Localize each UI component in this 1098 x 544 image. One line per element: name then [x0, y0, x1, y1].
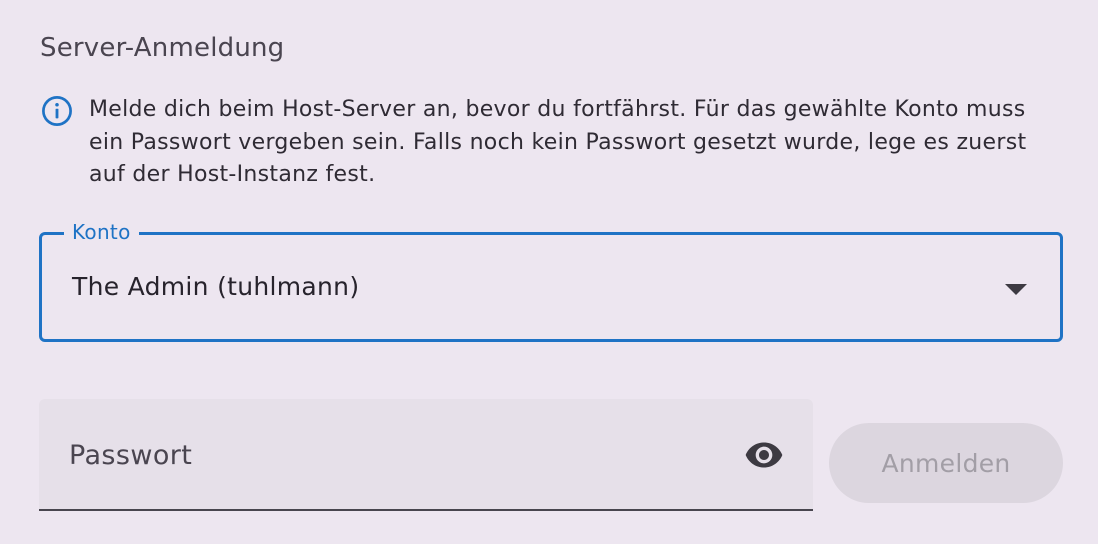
dropdown-arrow-icon[interactable]: [1005, 284, 1027, 295]
eye-icon[interactable]: [741, 435, 787, 475]
info-text: Melde dich beim Host-Server an, bevor du…: [89, 97, 1027, 187]
account-select-value: The Admin (tuhlmann): [72, 272, 360, 301]
server-login-panel: Server-Anmeldung Melde dich beim Host-Se…: [0, 0, 1098, 544]
section-title: Server-Anmeldung: [40, 33, 285, 63]
password-input[interactable]: [69, 435, 709, 475]
info-icon: [42, 96, 72, 126]
info-message: Melde dich beim Host-Server an, bevor du…: [40, 94, 1060, 192]
account-select-label: Konto: [64, 218, 139, 246]
login-button[interactable]: Anmelden: [829, 423, 1063, 503]
account-select[interactable]: Konto The Admin (tuhlmann): [39, 218, 1063, 342]
password-field[interactable]: [39, 399, 813, 511]
